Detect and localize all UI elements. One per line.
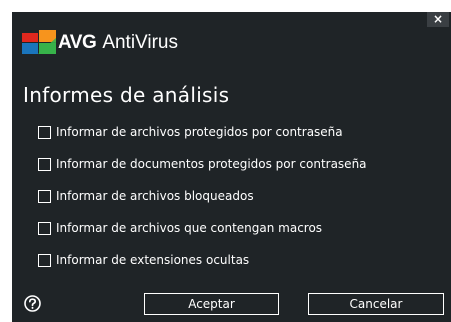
avg-logo-icon — [22, 30, 56, 54]
dialog-window: × AVG AntiVirus Informes de análisis Inf… — [0, 0, 451, 322]
dialog-panel: × AVG AntiVirus Informes de análisis Inf… — [12, 12, 451, 322]
close-icon: × — [432, 12, 444, 26]
checkbox[interactable] — [38, 157, 51, 171]
cancel-button[interactable]: Cancelar — [308, 293, 444, 315]
product-name: AntiVirus — [102, 32, 178, 53]
accept-button[interactable]: Aceptar — [144, 293, 279, 315]
checkbox[interactable] — [38, 189, 51, 203]
option-label: Informar de archivos bloqueados — [56, 189, 254, 203]
option-label: Informar de extensiones ocultas — [56, 253, 250, 267]
option-hidden-extensions[interactable]: Informar de extensiones ocultas — [38, 253, 249, 267]
question-circle-icon[interactable] — [24, 295, 41, 312]
brand-name: AVG — [58, 32, 97, 53]
option-label: Informar de archivos que contengan macro… — [56, 221, 323, 235]
option-macro-files[interactable]: Informar de archivos que contengan macro… — [38, 221, 322, 235]
checkbox[interactable] — [38, 221, 51, 235]
close-button[interactable]: × — [427, 12, 449, 27]
option-label: Informar de documentos protegidos por co… — [56, 157, 367, 171]
option-label: Informar de archivos protegidos por cont… — [56, 125, 343, 139]
app-title: AVG AntiVirus — [58, 31, 178, 54]
option-password-documents[interactable]: Informar de documentos protegidos por co… — [38, 157, 367, 171]
dialog-title: Informes de análisis — [23, 83, 230, 107]
option-locked-files[interactable]: Informar de archivos bloqueados — [38, 189, 254, 203]
checkbox[interactable] — [38, 125, 51, 139]
checkbox[interactable] — [38, 253, 51, 267]
option-password-files[interactable]: Informar de archivos protegidos por cont… — [38, 125, 343, 139]
